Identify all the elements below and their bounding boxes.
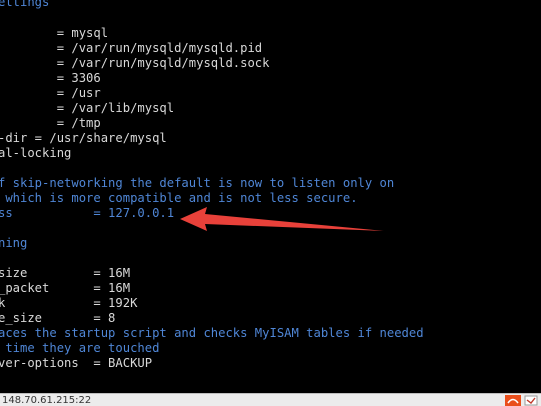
- terminal-window[interactable]: ettings = mysql = /var/run/mysqld/mysqld…: [0, 0, 541, 393]
- tray-icon[interactable]: [524, 395, 538, 406]
- terminal-line: ning: [0, 236, 28, 250]
- terminal-line: time they are touched: [0, 341, 160, 355]
- terminal-line: = /usr: [0, 86, 101, 100]
- terminal-line: e_size = 8: [0, 311, 116, 325]
- terminal-line: = /var/run/mysqld/mysqld.pid: [0, 41, 263, 55]
- terminal-line: = /var/lib/mysql: [0, 101, 175, 115]
- terminal-line: f skip-networking the default is now to …: [0, 176, 395, 190]
- terminal-line: = /var/run/mysqld/mysqld.sock: [0, 56, 270, 70]
- terminal-line: = 3306: [0, 71, 101, 85]
- terminal-line: _packet = 16M: [0, 281, 131, 295]
- terminal-line: -dir = /usr/share/mysql: [0, 131, 167, 145]
- terminal-line: ver-options = BACKUP: [0, 356, 153, 370]
- terminal-line: al-locking: [0, 146, 72, 160]
- terminal-line: k = 192K: [0, 296, 138, 310]
- status-bar: 148.70.61.215:22: [0, 393, 541, 406]
- terminal-line: size = 16M: [0, 266, 131, 280]
- terminal-line: ettings: [0, 0, 50, 9]
- connection-address: 148.70.61.215:22: [2, 395, 92, 406]
- terminal-line: aces the startup script and checks MyISA…: [0, 326, 424, 340]
- terminal-line: which is more compatible and is not less…: [0, 191, 358, 205]
- terminal-line-bind-address: ss = 127.0.0.1: [0, 206, 175, 220]
- terminal-line: = mysql: [0, 26, 109, 40]
- app-logo-icon[interactable]: [505, 395, 521, 406]
- terminal-line: = /tmp: [0, 116, 101, 130]
